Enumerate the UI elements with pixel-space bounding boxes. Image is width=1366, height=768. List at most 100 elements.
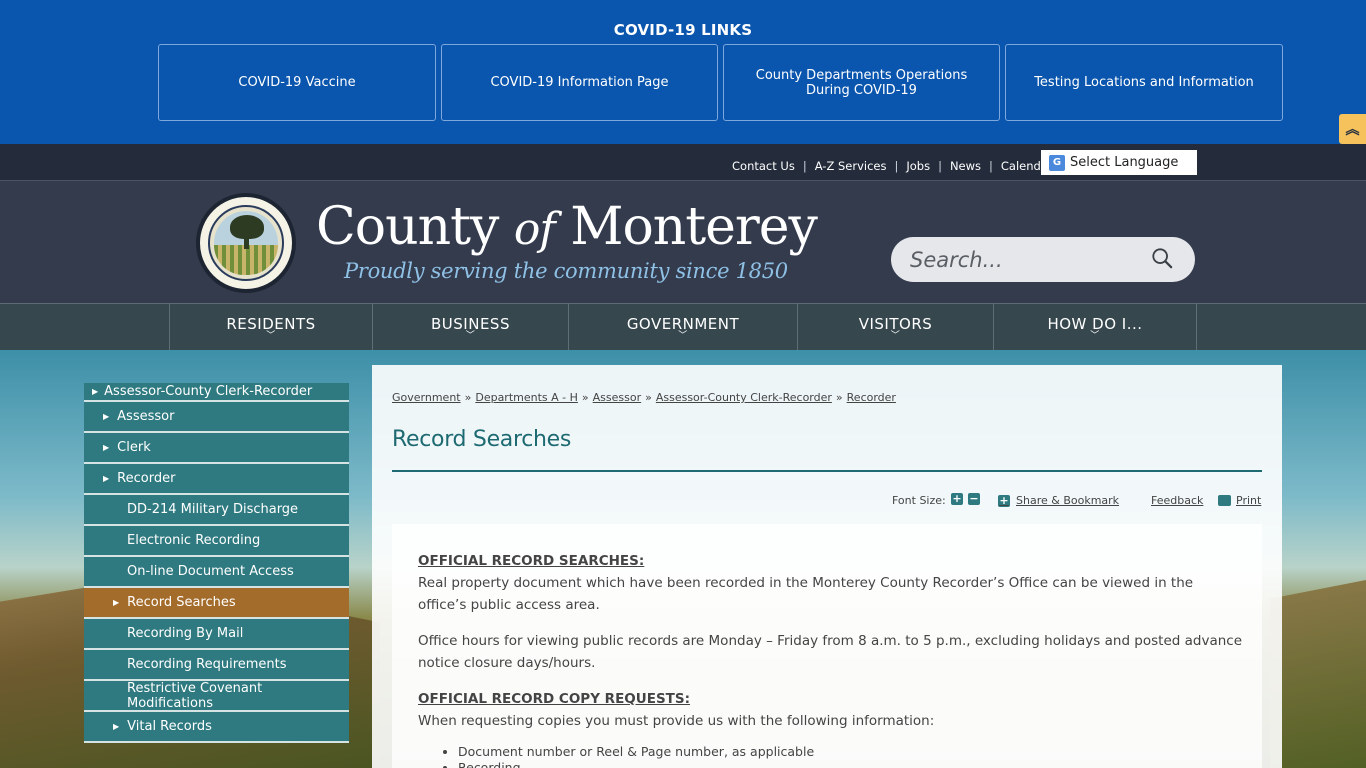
share-bookmark-link[interactable]: + Share & Bookmark: [998, 494, 1119, 507]
sidebar-item-recording-requirements[interactable]: Recording Requirements: [84, 650, 349, 681]
contact-us-link[interactable]: Contact Us: [732, 159, 795, 173]
caret-right-icon: ▶: [92, 387, 99, 396]
chevron-down-icon: ﹀: [266, 330, 276, 341]
google-translate-icon: G: [1049, 154, 1065, 171]
nav-how-do-i[interactable]: HOW DO I... ﹀: [994, 304, 1197, 350]
nav-visitors-label: VISITORS: [858, 314, 933, 333]
separator: |: [894, 159, 899, 173]
breadcrumb-government[interactable]: Government: [392, 391, 461, 404]
az-services-link[interactable]: A-Z Services: [815, 159, 887, 173]
sidebar-item-label: Restrictive Covenant Modifications: [127, 680, 263, 711]
breadcrumb-separator: »: [581, 391, 589, 404]
sidebar-item-label: Recording Requirements: [127, 657, 287, 672]
paragraph: When requesting copies you must provide …: [418, 713, 935, 729]
jobs-link[interactable]: Jobs: [906, 159, 930, 173]
feedback-link[interactable]: Feedback: [1151, 494, 1203, 507]
logo-county: County: [316, 197, 514, 257]
chevron-down-icon: ﹀: [465, 330, 476, 341]
breadcrumb: Government» Departments A - H» Assessor» As…: [392, 391, 896, 404]
printer-icon: [1218, 495, 1231, 506]
main-nav-items: RESIDENTS ﹀ BUSINESS ﹀ GOVERNMENT ﹀ VISI…: [169, 304, 1197, 350]
sidebar-item-assessor-county-clerk-recorder[interactable]: ▶ Assessor-County Clerk-Recorder: [84, 383, 349, 402]
sidebar-item-label: Recording By Mail: [127, 626, 244, 641]
covid-link-testing-locations[interactable]: Testing Locations and Information: [1005, 44, 1283, 121]
sidebar-item-label: On-line Document Access: [127, 564, 294, 579]
caret-right-icon: ▶: [103, 443, 110, 452]
site-header: County of Monterey Proudly serving the c…: [0, 181, 1366, 303]
font-size-label: Font Size:: [892, 494, 946, 507]
nav-government-label: GOVERNMENT: [626, 314, 740, 333]
covid-title: COVID-19 LINKS: [613, 21, 753, 39]
sidebar-item-label: Assessor: [117, 409, 175, 424]
county-seal-logo[interactable]: [196, 193, 296, 293]
font-increase-button[interactable]: +: [951, 493, 963, 505]
breadcrumb-assessor[interactable]: Assessor: [593, 391, 641, 404]
caret-right-icon: ▶: [103, 412, 110, 421]
main-content: Government» Departments A - H» Assessor» As…: [372, 365, 1282, 768]
content-text: OFFICIAL RECORD SEARCHES: Real property …: [418, 550, 1244, 768]
nav-visitors[interactable]: VISITORS ﹀: [798, 304, 994, 350]
list-item: Document number or Reel & Page number, a…: [458, 744, 1244, 760]
site-logo-text[interactable]: County of Monterey: [316, 197, 818, 257]
caret-right-icon: ▶: [113, 598, 120, 607]
caret-right-icon: ▶: [103, 474, 110, 483]
covid-links: COVID-19 Vaccine COVID-19 Information Pa…: [158, 44, 1283, 121]
sidebar-item-label: Recorder: [117, 471, 176, 486]
breadcrumb-recorder[interactable]: Recorder: [847, 391, 896, 404]
sidebar-item-dd214[interactable]: DD-214 Military Discharge: [84, 495, 349, 526]
print-label: Print: [1236, 494, 1262, 507]
language-select-label: Select Language: [1070, 155, 1179, 170]
search-icon[interactable]: [1151, 247, 1173, 269]
sidebar-item-record-searches[interactable]: ▶ Record Searches: [84, 588, 349, 619]
sidebar-item-clerk[interactable]: ▶ Clerk: [84, 433, 349, 464]
sidebar-item-recording-by-mail[interactable]: Recording By Mail: [84, 619, 349, 650]
sidebar-item-recorder[interactable]: ▶ Recorder: [84, 464, 349, 495]
utility-links: Contact Us | A-Z Services | Jobs | News …: [732, 159, 1053, 173]
sidebar-item-label: Record Searches: [127, 595, 236, 610]
breadcrumb-assessor-county-clerk-recorder[interactable]: Assessor-County Clerk-Recorder: [656, 391, 832, 404]
separator: |: [802, 159, 807, 173]
paragraph: Real property document which have been r…: [418, 575, 1194, 613]
nav-residents[interactable]: RESIDENTS ﹀: [170, 304, 373, 350]
share-bookmark-label: Share & Bookmark: [1016, 494, 1120, 507]
sidebar-item-online-document-access[interactable]: On-line Document Access: [84, 557, 349, 588]
official-record-searches-heading: OFFICIAL RECORD SEARCHES:: [418, 553, 645, 569]
covid-link-information-page[interactable]: COVID-19 Information Page: [441, 44, 718, 121]
nav-business-label: BUSINESS: [431, 314, 510, 333]
covid-link-vaccine[interactable]: COVID-19 Vaccine: [158, 44, 436, 121]
seal-trunk: [244, 235, 249, 249]
nav-government[interactable]: GOVERNMENT ﹀: [569, 304, 798, 350]
covid-banner: COVID-19 LINKS COVID-19 Vaccine COVID-19…: [0, 0, 1366, 144]
utility-bar: Contact Us | A-Z Services | Jobs | News …: [0, 144, 1366, 181]
news-link[interactable]: News: [950, 159, 981, 173]
sidebar-item-assessor[interactable]: ▶ Assessor: [84, 402, 349, 433]
page-title: Record Searches: [392, 427, 572, 452]
logo-of: of: [513, 204, 556, 255]
sidebar-item-label: Electronic Recording: [127, 533, 261, 548]
breadcrumb-departments[interactable]: Departments A - H: [475, 391, 578, 404]
scroll-to-top-button[interactable]: ︽: [1339, 114, 1366, 144]
content-body: OFFICIAL RECORD SEARCHES: Real property …: [392, 524, 1262, 768]
nav-how-do-i-label: HOW DO I...: [1047, 314, 1143, 333]
sidebar-item-electronic-recording[interactable]: Electronic Recording: [84, 526, 349, 557]
sidebar-item-vital-records[interactable]: ▶ Vital Records: [84, 712, 349, 743]
font-decrease-button[interactable]: −: [968, 493, 980, 505]
chevron-down-icon: ﹀: [890, 330, 901, 341]
print-link[interactable]: Print: [1218, 494, 1261, 507]
search-input[interactable]: [910, 247, 1140, 272]
paragraph: Office hours for viewing public records …: [418, 633, 1243, 671]
logo-monterey: Monterey: [554, 197, 818, 257]
main-nav: RESIDENTS ﹀ BUSINESS ﹀ GOVERNMENT ﹀ VISI…: [0, 303, 1366, 350]
language-select[interactable]: G Select Language: [1041, 150, 1197, 175]
nav-business[interactable]: BUSINESS ﹀: [373, 304, 569, 350]
list-item: Recording: [458, 760, 1244, 768]
caret-right-icon: ▶: [113, 722, 120, 731]
sidebar-item-restrictive-covenant-modifications[interactable]: Restrictive Covenant Modifications: [84, 681, 349, 712]
site-tagline: Proudly serving the community since 1850: [344, 259, 788, 283]
breadcrumb-separator: »: [645, 391, 652, 404]
chevron-down-icon: ﹀: [1090, 330, 1100, 341]
double-chevron-up-icon: ︽: [1345, 122, 1360, 138]
covid-link-department-operations[interactable]: County Departments Operations During COV…: [723, 44, 1000, 121]
search-box: [891, 237, 1195, 282]
breadcrumb-separator: »: [835, 391, 843, 404]
